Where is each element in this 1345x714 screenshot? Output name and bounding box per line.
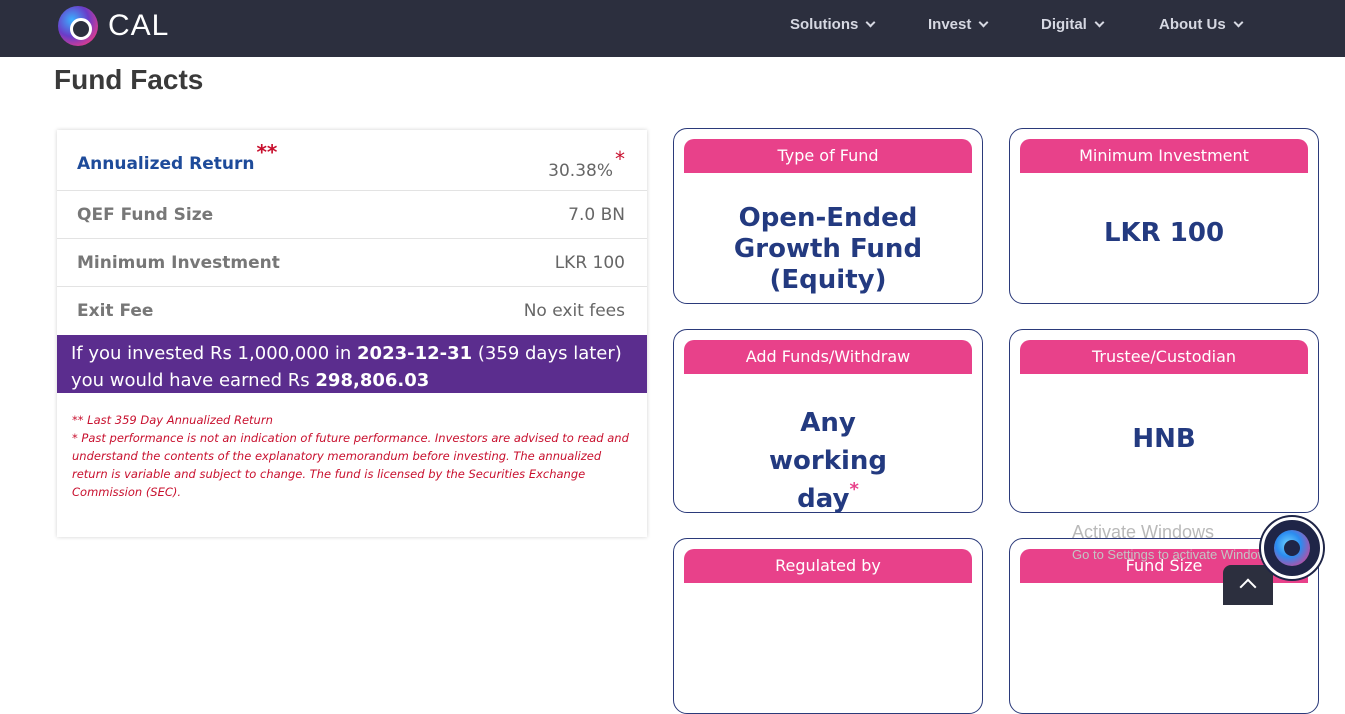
disclaimer-line: ** Last 359 Day Annualized Return <box>72 413 273 427</box>
fact-value: LKR 100 <box>554 253 625 273</box>
tile-add-funds-withdraw: Add Funds/Withdraw Any working day* <box>673 329 983 514</box>
annualized-return-label: Annualized Return <box>77 154 255 174</box>
disclaimer-line: * Past performance is not an indication … <box>72 431 629 499</box>
tile-value: HNB <box>1132 424 1196 454</box>
nav-digital-label: Digital <box>1041 16 1087 33</box>
asterisk-mark: * <box>615 147 625 171</box>
top-navbar: CAL Solutions Invest Digital About Us <box>0 0 1345 57</box>
fact-label: QEF Fund Size <box>77 205 214 225</box>
nav-about-us[interactable]: About Us <box>1159 16 1244 33</box>
fact-label: Minimum Investment <box>77 253 280 273</box>
tile-minimum-investment: Minimum Investment LKR 100 <box>1009 128 1319 304</box>
nav-solutions[interactable]: Solutions <box>790 16 876 33</box>
tile-value: Any working day* <box>684 404 972 521</box>
chevron-down-icon <box>1233 17 1244 28</box>
tile-header: Regulated by <box>684 549 972 583</box>
fact-row-annualized-return: Annualized Return ** 30.38% * <box>57 130 647 191</box>
banner-line-1: If you invested Rs 1,000,000 in 2023-12-… <box>71 340 633 367</box>
chevron-down-icon <box>865 17 876 28</box>
chevron-down-icon <box>1094 17 1105 28</box>
asterisk-mark: * <box>849 479 859 500</box>
tile-value-text: Any working day <box>768 408 888 514</box>
fact-row-fund-size: QEF Fund Size 7.0 BN <box>57 191 647 239</box>
nav-invest-label: Invest <box>928 16 972 33</box>
fund-facts-card: Annualized Return ** 30.38% * QEF Fund Siz… <box>57 130 647 537</box>
banner-text: (359 days later) <box>472 343 622 364</box>
fact-label: Annualized Return ** <box>77 140 277 174</box>
investment-projection-banner: If you invested Rs 1,000,000 in 2023-12-… <box>57 335 647 393</box>
annualized-return-value: 30.38% <box>548 161 613 181</box>
banner-text: If you invested Rs 1,000,000 in <box>71 343 358 364</box>
windows-activation-watermark: Activate Windows <box>1072 522 1215 542</box>
scroll-to-top-button[interactable] <box>1223 565 1273 605</box>
nav-solutions-label: Solutions <box>790 16 859 33</box>
tile-header: Minimum Investment <box>1020 139 1308 173</box>
fact-row-minimum-investment: Minimum Investment LKR 100 <box>57 239 647 287</box>
brand-logo[interactable]: CAL <box>58 6 169 46</box>
disclaimer: ** Last 359 Day Annualized Return * Past… <box>72 411 632 501</box>
banner-text: you would have earned Rs <box>71 370 316 391</box>
banner-line-2: you would have earned Rs 298,806.03 <box>71 367 633 394</box>
chat-assistant-icon[interactable] <box>1261 517 1323 579</box>
brand-name: CAL <box>108 9 170 42</box>
tile-header: Type of Fund <box>684 139 972 173</box>
fact-value: 7.0 BN <box>568 205 625 225</box>
page-title: Fund Facts <box>54 64 204 95</box>
cal-logo-icon <box>58 6 98 46</box>
windows-activation-subtext: Go to Settings to activate Windows. <box>1072 547 1278 562</box>
nav-invest[interactable]: Invest <box>928 16 989 33</box>
banner-date: 2023-12-31 <box>357 343 473 364</box>
tile-trustee-custodian: Trustee/Custodian HNB <box>1009 329 1319 513</box>
tile-value: Open-Ended Growth Fund (Equity) <box>733 203 923 295</box>
banner-amount: 298,806.03 <box>315 370 430 391</box>
fact-value: No exit fees <box>523 301 625 321</box>
fact-row-exit-fee: Exit Fee No exit fees <box>57 287 647 335</box>
chevron-down-icon <box>978 17 989 28</box>
double-asterisk-mark: ** <box>256 140 278 164</box>
tile-regulated-by: Regulated by <box>673 538 983 714</box>
fact-label: Exit Fee <box>77 301 154 321</box>
fact-value: 30.38% * <box>548 147 625 181</box>
tile-header: Trustee/Custodian <box>1020 340 1308 374</box>
nav-about-us-label: About Us <box>1159 16 1226 33</box>
tile-type-of-fund: Type of Fund Open-Ended Growth Fund (Equ… <box>673 128 983 304</box>
nav-digital[interactable]: Digital <box>1041 16 1105 33</box>
tile-value: LKR 100 <box>1103 218 1225 248</box>
tile-header: Add Funds/Withdraw <box>684 340 972 374</box>
